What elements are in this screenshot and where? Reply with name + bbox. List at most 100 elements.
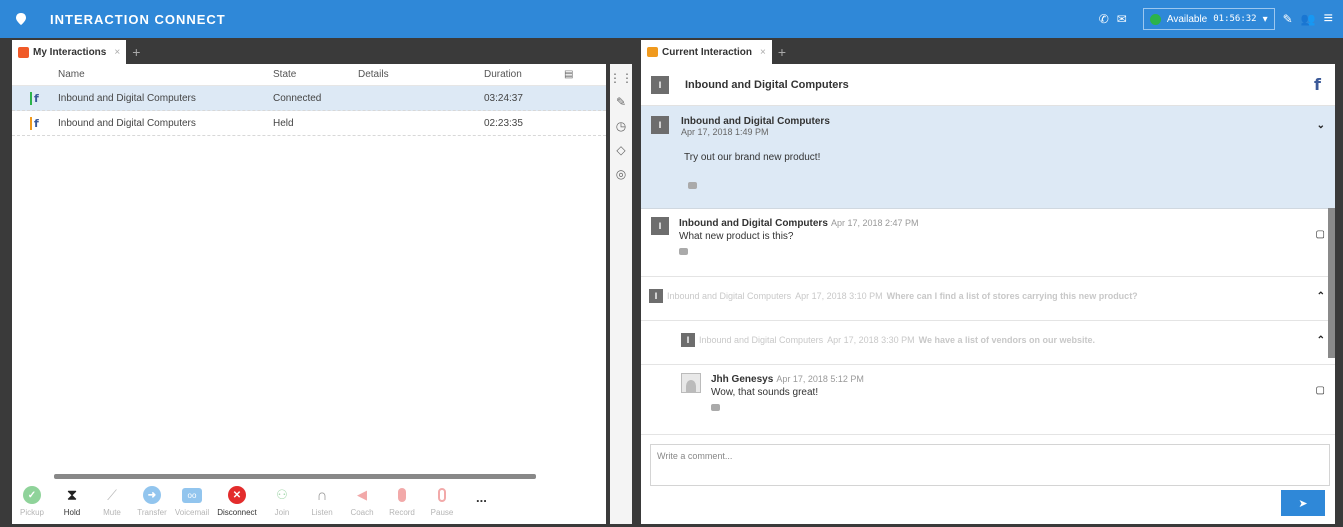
history-icon[interactable]: ◷ — [610, 116, 632, 136]
button-label: Listen — [311, 508, 333, 517]
button-label: Mute — [103, 508, 121, 517]
add-tab-icon[interactable]: + — [778, 44, 786, 60]
directory-icon[interactable]: 👥 — [1301, 12, 1316, 26]
chat-icon — [647, 47, 658, 57]
chevron-up-icon[interactable]: ⌃ — [1317, 291, 1325, 302]
comment-date: Apr 17, 2018 3:10 PM — [795, 291, 883, 301]
headphones-icon: ∩ — [316, 486, 328, 504]
button-label: Transfer — [137, 508, 167, 517]
coach-icon: ◀ — [357, 487, 367, 502]
record-button[interactable]: Record — [382, 484, 422, 517]
chevron-down-icon[interactable]: ⌄ — [1317, 120, 1325, 131]
transfer-icon: ➜ — [143, 486, 161, 504]
chevron-down-icon: ▾ — [1262, 13, 1268, 25]
interactions-icon — [18, 46, 29, 58]
phone-icon[interactable]: ✆ — [1099, 12, 1109, 26]
comment-input[interactable]: Write a comment... — [650, 444, 1330, 486]
column-state[interactable]: State — [273, 69, 358, 80]
interaction-title: Inbound and Digital Computers — [685, 78, 849, 91]
edit-icon[interactable]: ✎ — [1283, 12, 1293, 26]
add-tab-icon[interactable]: + — [132, 44, 140, 60]
table-row[interactable]: f Inbound and Digital Computers Connecte… — [12, 86, 606, 111]
column-name[interactable]: Name — [58, 69, 273, 80]
comment-message: Wow, that sounds great! — [711, 387, 819, 398]
column-details[interactable]: Details — [358, 69, 484, 80]
status-timer: 01:56:32 — [1213, 14, 1257, 24]
column-picker-icon[interactable]: ▤ — [564, 69, 573, 80]
collapse-icon[interactable]: ▢ — [1316, 385, 1325, 396]
current-interaction-panel: I Inbound and Digital Computers f I Inbo… — [641, 64, 1335, 524]
dialpad-icon[interactable]: ⋮⋮ — [609, 68, 633, 88]
more-button[interactable]: ... — [476, 490, 487, 505]
comment-author: Inbound and Digital Computers — [699, 335, 824, 345]
comment-date: Apr 17, 2018 2:47 PM — [830, 218, 919, 228]
disconnect-button[interactable]: ✕ Disconnect — [212, 484, 262, 517]
avatar — [681, 373, 701, 393]
top-bar: INTERACTION CONNECT ✆ ✉ Available 01:56:… — [0, 0, 1343, 38]
post-author: Inbound and Digital Computers — [681, 116, 830, 127]
help-icon[interactable]: ◎ — [610, 164, 632, 184]
voicemail-button[interactable]: oo Voicemail — [172, 484, 212, 517]
tab-my-interactions[interactable]: My Interactions × — [12, 40, 127, 64]
avatar: I — [681, 333, 695, 347]
email-icon[interactable]: ✉ — [1117, 12, 1127, 26]
transfer-button[interactable]: ➜ Transfer — [132, 484, 172, 517]
comment-item: I Inbound and Digital Computers Apr 17, … — [641, 209, 1335, 277]
microphone-icon — [398, 488, 406, 502]
column-duration[interactable]: Duration — [484, 69, 564, 80]
menu-icon[interactable]: ≡ — [1324, 10, 1333, 28]
comment-item: I Inbound and Digital Computers Apr 17, … — [641, 277, 1335, 321]
send-button[interactable]: ➤ — [1281, 490, 1325, 516]
table-row[interactable]: f Inbound and Digital Computers Held 02:… — [12, 111, 606, 136]
tab-label: My Interactions — [33, 46, 107, 58]
button-label: Join — [274, 508, 290, 517]
collapse-icon[interactable]: ▢ — [1316, 229, 1325, 240]
pause-record-icon — [438, 488, 446, 502]
comment-icon[interactable] — [688, 182, 697, 189]
tag-icon[interactable]: ◇ — [610, 140, 632, 160]
avatar: I — [651, 116, 669, 134]
chevron-up-icon[interactable]: ⌃ — [1317, 335, 1325, 346]
button-label: Coach — [350, 508, 374, 517]
disconnect-icon: ✕ — [228, 486, 246, 504]
side-action-strip: ⋮⋮ ✎ ◷ ◇ ◎ — [609, 64, 633, 524]
row-state: Held — [273, 117, 294, 129]
join-button[interactable]: ⚇ Join — [262, 484, 302, 517]
pickup-button[interactable]: ✓ Pickup — [12, 484, 52, 517]
state-bar — [30, 116, 32, 130]
row-state: Connected — [273, 92, 322, 104]
comment-icon[interactable] — [679, 248, 688, 255]
comment-author: Inbound and Digital Computers — [667, 291, 792, 301]
button-label: Pause — [430, 508, 454, 517]
interaction-header: I Inbound and Digital Computers f — [641, 64, 1335, 106]
horizontal-scrollbar[interactable] — [54, 474, 536, 479]
row-duration: 02:23:35 — [484, 117, 523, 129]
app-title: INTERACTION CONNECT — [50, 11, 226, 27]
tab-current-interaction[interactable]: Current Interaction × — [641, 40, 772, 64]
comment-item: I Inbound and Digital Computers Apr 17, … — [641, 321, 1335, 365]
interaction-toolbar: ✓ Pickup ⧗ Hold ⟋ Mute ➜ Transfer oo Voi… — [12, 480, 606, 524]
check-icon: ✓ — [23, 486, 41, 504]
hourglass-icon: ⧗ — [66, 486, 78, 504]
hold-button[interactable]: ⧗ Hold — [52, 484, 92, 518]
listen-button[interactable]: ∩ Listen — [302, 484, 342, 518]
tab-label: Current Interaction — [662, 46, 753, 58]
row-name: Inbound and Digital Computers — [58, 92, 196, 104]
comment-date: Apr 17, 2018 3:30 PM — [827, 335, 915, 345]
notes-icon[interactable]: ✎ — [610, 92, 632, 112]
close-icon[interactable]: × — [114, 47, 120, 58]
mute-button[interactable]: ⟋ Mute — [92, 484, 132, 518]
status-available-icon — [1149, 13, 1161, 25]
comment-date: Apr 17, 2018 5:12 PM — [776, 374, 864, 384]
close-icon[interactable]: × — [760, 47, 766, 58]
status-selector[interactable]: Available 01:56:32 ▾ — [1142, 8, 1275, 30]
coach-button[interactable]: ◀ Coach — [342, 484, 382, 517]
avatar: I — [651, 75, 669, 94]
mute-icon: ⟋ — [107, 486, 117, 503]
post-message: Try out our brand new product! — [684, 152, 821, 163]
pause-button[interactable]: Pause — [422, 484, 462, 517]
vertical-scrollbar[interactable] — [1328, 208, 1335, 358]
comment-icon[interactable] — [711, 404, 720, 411]
state-bar — [30, 91, 32, 105]
row-duration: 03:24:37 — [484, 92, 523, 104]
